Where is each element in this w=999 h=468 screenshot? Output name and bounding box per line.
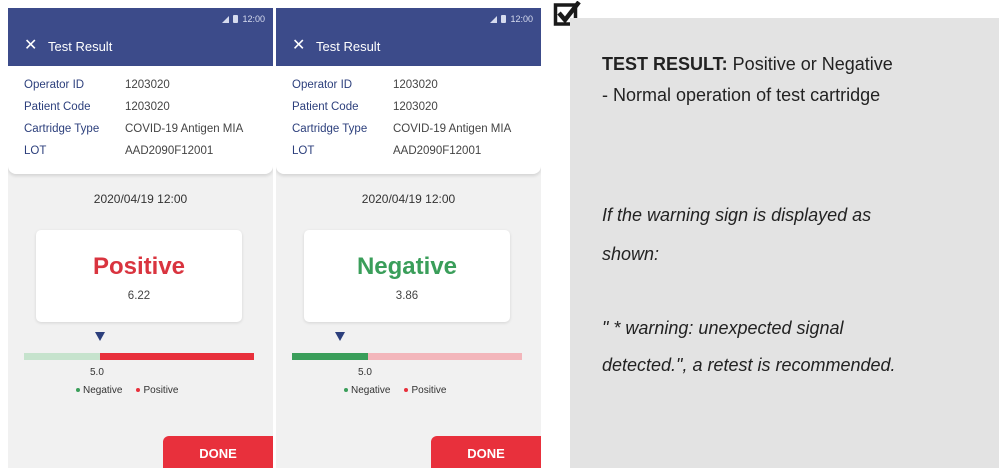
positive-dot-icon — [404, 388, 409, 393]
scale-negative-segment — [292, 353, 368, 360]
info-value: 1203020 — [125, 79, 170, 91]
result-value: 6.22 — [127, 290, 151, 302]
close-icon[interactable]: ✕ — [24, 38, 37, 54]
negative-dot-icon — [344, 388, 348, 393]
scale-negative-segment — [24, 353, 100, 360]
result-scale-bar — [292, 353, 522, 360]
status-time: 12:00 — [242, 14, 265, 24]
test-date: 2020/04/19 12:00 — [93, 192, 188, 206]
result-marker-icon — [95, 332, 105, 341]
battery-icon — [233, 15, 239, 23]
info-label: Patient Code — [24, 101, 91, 113]
legend-positive-label: Positive — [143, 385, 179, 396]
info-value: 1203020 — [393, 101, 438, 113]
app-bar: 12:00 ✕ Test Result — [276, 8, 541, 66]
info-value: COVID-19 Antigen MIA — [125, 123, 244, 135]
result-card: Negative 3.86 — [304, 230, 510, 322]
legend-positive: Positive — [136, 385, 178, 396]
info-label: Cartridge Type — [292, 123, 368, 135]
info-value: COVID-19 Antigen MIA — [393, 123, 512, 135]
done-button[interactable]: DONE — [431, 436, 541, 468]
signal-icon — [490, 15, 498, 23]
result-marker-icon — [335, 332, 345, 341]
legend-negative: Negative — [76, 385, 122, 396]
result-value: 3.86 — [395, 290, 419, 302]
app-bar: 12:00 ✕ Test Result — [8, 8, 273, 66]
info-value: 1203020 — [125, 101, 170, 113]
legend-negative: Negative — [344, 385, 390, 396]
signal-icon — [222, 15, 230, 23]
status-bar: 12:00 — [490, 14, 533, 24]
warning-intro-line-1: If the warning sign is displayed as — [602, 205, 872, 225]
warning-message-line-2: detected.", a retest is recommended. — [602, 355, 896, 375]
legend-positive: Positive — [404, 385, 446, 396]
phone-screen-positive: 12:00 ✕ Test Result Operator ID 1203020 … — [8, 8, 273, 468]
info-label: LOT — [292, 145, 315, 157]
legend-negative-label: Negative — [351, 385, 391, 396]
info-value: 1203020 — [393, 79, 438, 91]
negative-dot-icon — [76, 388, 80, 393]
test-result-line: TEST RESULT: Positive or Negative — [602, 51, 893, 78]
status-bar: 12:00 — [222, 14, 265, 24]
test-result-values: Positive or Negative — [727, 54, 893, 74]
done-button[interactable]: DONE — [163, 436, 273, 468]
info-label: Operator ID — [292, 79, 353, 91]
screen-title: Test Result — [316, 39, 381, 54]
test-result-heading: TEST RESULT: — [602, 54, 728, 74]
warning-message-line-1: " * warning: unexpected signal — [602, 318, 844, 338]
info-card: Operator ID 1203020 Patient Code 1203020… — [8, 66, 273, 174]
result-card: Positive 6.22 — [36, 230, 242, 322]
phone-screen-negative: 12:00 ✕ Test Result Operator ID 1203020 … — [276, 8, 541, 468]
battery-icon — [501, 15, 507, 23]
screen-title: Test Result — [48, 39, 113, 54]
info-label: LOT — [24, 145, 47, 157]
info-label: Cartridge Type — [24, 123, 100, 135]
result-scale-bar — [24, 353, 254, 360]
positive-dot-icon — [136, 388, 141, 393]
info-label: Patient Code — [292, 101, 359, 113]
info-label: Operator ID — [24, 79, 85, 91]
legend-negative-label: Negative — [83, 385, 123, 396]
info-card: Operator ID 1203020 Patient Code 1203020… — [276, 66, 541, 174]
result-label: Negative — [356, 253, 458, 280]
warning-intro-line-2: shown: — [602, 244, 660, 264]
threshold-label: 5.0 — [358, 367, 372, 378]
info-value: AAD2090F12001 — [125, 145, 214, 157]
legend: Negative Positive — [344, 385, 446, 396]
description-panel: TEST RESULT: Positive or Negative - Norm… — [570, 18, 999, 468]
legend: Negative Positive — [76, 385, 178, 396]
info-value: AAD2090F12001 — [393, 145, 482, 157]
legend-positive-label: Positive — [411, 385, 447, 396]
scale-positive-segment — [100, 353, 254, 360]
scale-positive-segment — [368, 353, 522, 360]
normal-operation-line: - Normal operation of test cartridge — [602, 85, 881, 105]
close-icon[interactable]: ✕ — [292, 38, 305, 54]
test-date: 2020/04/19 12:00 — [361, 192, 456, 206]
result-label: Positive — [92, 253, 186, 280]
status-time: 12:00 — [510, 14, 533, 24]
threshold-label: 5.0 — [90, 367, 104, 378]
